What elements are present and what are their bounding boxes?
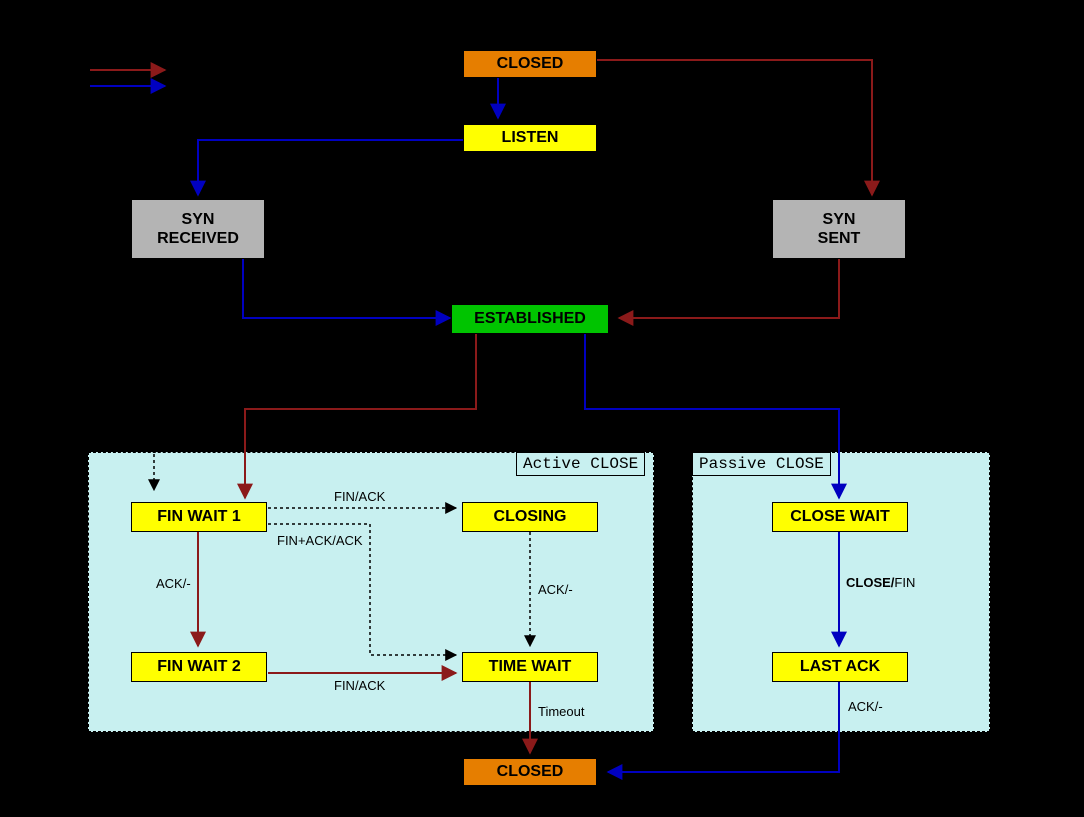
passive-close-label: Passive CLOSE <box>692 452 831 476</box>
state-close-wait: CLOSE WAIT <box>772 502 908 532</box>
active-close-label: Active CLOSE <box>516 452 645 476</box>
label-fw1-timewait: FIN+ACK/ACK <box>277 533 363 548</box>
state-closed-top: CLOSED <box>463 50 597 78</box>
state-established: ESTABLISHED <box>451 304 609 334</box>
label-fw1-closing: FIN/ACK <box>334 489 385 504</box>
label-lastack-closed: ACK/- <box>848 699 883 714</box>
state-time-wait: TIME WAIT <box>462 652 598 682</box>
passive-close-region <box>692 452 990 732</box>
state-fin-wait-2: FIN WAIT 2 <box>131 652 267 682</box>
label-fw2-timewait: FIN/ACK <box>334 678 385 693</box>
state-syn-received: SYN RECEIVED <box>131 199 265 259</box>
state-listen: LISTEN <box>463 124 597 152</box>
label-closewait-lastack: CLOSE/FIN <box>846 575 915 590</box>
label-fw1-fw2: ACK/- <box>156 576 191 591</box>
label-closewait-lastack-bold: CLOSE/ <box>846 575 894 590</box>
state-closed-bottom: CLOSED <box>463 758 597 786</box>
state-closing: CLOSING <box>462 502 598 532</box>
state-last-ack: LAST ACK <box>772 652 908 682</box>
label-closewait-lastack-plain: FIN <box>894 575 915 590</box>
label-closing-timewait: ACK/- <box>538 582 573 597</box>
state-syn-sent: SYN SENT <box>772 199 906 259</box>
label-timewait-closed: Timeout <box>538 704 584 719</box>
state-fin-wait-1: FIN WAIT 1 <box>131 502 267 532</box>
